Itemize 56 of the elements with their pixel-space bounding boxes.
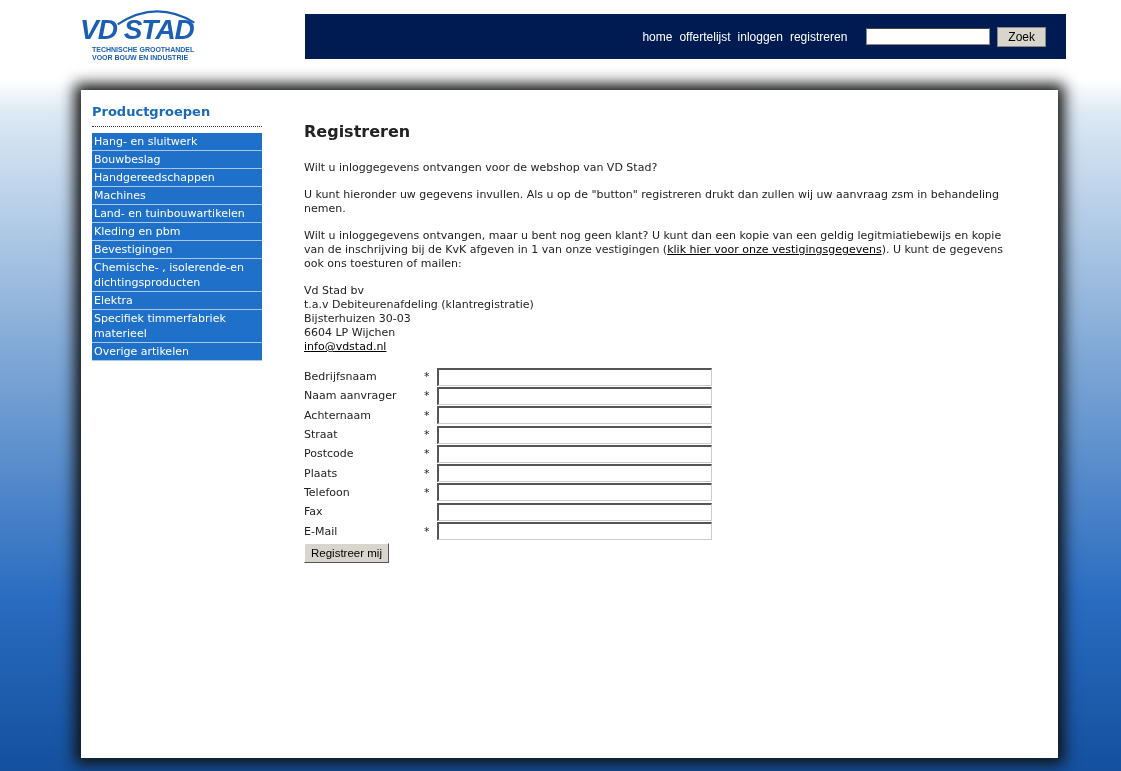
input-field[interactable] [437,502,712,521]
input-field[interactable] [437,464,712,483]
nav-link[interactable]: inloggen [737,29,783,44]
category-link[interactable]: Chemische- , isolerende-en dichtingsproducten [92,259,262,292]
category-link[interactable]: Kleding en pbm [92,223,262,241]
field-label: E-Mail [304,524,339,538]
address-line: Bijsterhuizen 30-03 [304,312,412,326]
field-label: Postcode [304,447,355,461]
field-label: Straat [304,428,339,442]
nav-link[interactable]: home [642,29,673,44]
paragraph: U kunt hieronder uw gegevens invullen. Als u op de "button" registreren drukt dan zullen wij uw aanvraag zsm in behandeling nemen. [304,188,1000,216]
text-link[interactable]: klik hier voor onze vestigingsgegevens [667,243,882,256]
field-label: Naam aanvrager [304,389,398,403]
field-label: Plaats [304,466,339,480]
search-field[interactable] [866,28,991,45]
paragraph: Wilt u inloggegevens ontvangen voor de webshop van VD Stad? [304,161,659,175]
search-button[interactable]: Zoek [997,26,1046,47]
required-marker: * [424,408,430,422]
category-link[interactable]: Elektra [92,292,262,310]
email-link[interactable]: info@vdstad.nl [304,340,387,353]
field-label: Telefoon [304,485,351,499]
category-link[interactable]: Specifiek timmerfabriek materieel [92,310,262,343]
input-field[interactable] [437,425,712,444]
input-field[interactable] [437,406,712,425]
category-link[interactable]: Handgereedschappen [92,169,262,187]
category-link[interactable]: Bevestigingen [92,241,262,259]
category-link[interactable]: Overige artikelen [92,343,262,361]
required-marker: * [424,485,430,499]
field-label: Fax [304,505,324,519]
paragraph: Wilt u inloggegevens ontvangen, maar u bent nog geen klant? U kunt dan een kopie van een geldig legitmiatiebewijs en kopie van de inschrijving bij de KvK afgeven in 1 van onze vestigingen (klik hier voor onze vestigingsgegevens). U kunt de gegevens ook ons toesturen of mailen: [304,229,1004,271]
input-field[interactable] [437,444,712,463]
submit-button[interactable]: Registreer mij [304,542,389,563]
input-field[interactable] [437,386,712,405]
field-label: Achternaam [304,408,372,422]
required-marker: * [424,389,430,403]
nav-link[interactable]: registreren [789,29,848,44]
required-marker: * [424,524,430,538]
category-link[interactable]: Machines [92,187,262,205]
category-link[interactable]: Hang- en sluitwerk [92,133,262,151]
address-line: Vd Stad bv [304,284,365,298]
address-line: t.a.v Debiteurenafdeling (klantregistratie) [304,298,535,312]
category-link[interactable]: Bouwbeslag [92,151,262,169]
field-label: Bedrijfsnaam [304,370,378,384]
address-line: 6604 LP Wijchen [304,326,397,340]
required-marker: * [424,447,430,461]
category-link[interactable]: Land- en tuinbouwartikelen [92,205,262,223]
input-field[interactable] [437,483,712,502]
nav-link[interactable]: offertelijst [679,29,731,44]
required-marker: * [424,428,430,442]
page-title: Registreren [304,122,412,141]
required-marker: * [424,370,430,384]
logo-text: VD STAD [80,16,194,44]
sidebar-title: Productgroepen [92,104,262,127]
required-marker: * [424,466,430,480]
input-field[interactable] [437,522,712,540]
input-field[interactable] [437,367,712,386]
